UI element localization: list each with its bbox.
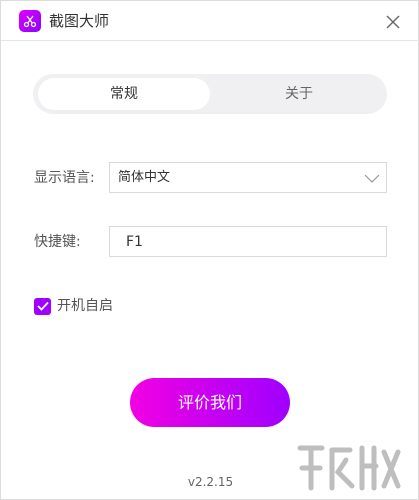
title-bar: 截图大师: [1, 1, 419, 41]
language-select-value: 简体中文: [118, 170, 171, 185]
close-button[interactable]: [381, 10, 405, 34]
hotkey-label: 快捷键:: [34, 234, 81, 250]
language-label: 显示语言:: [34, 170, 95, 186]
close-icon: [386, 15, 400, 29]
chevron-down-icon: [364, 174, 380, 183]
settings-window: 截图大师 常规 关于 显示语言: 简体中文 快捷键: F1 开机自启 评价我们 …: [0, 0, 419, 500]
window-title: 截图大师: [49, 12, 110, 30]
autostart-checkbox[interactable]: [34, 297, 51, 315]
check-icon: [36, 301, 49, 311]
tab-about[interactable]: 关于: [215, 78, 383, 110]
autostart-label: 开机自启: [57, 298, 113, 314]
hotkey-input[interactable]: F1: [109, 226, 387, 257]
tab-general[interactable]: 常规: [38, 78, 210, 110]
autostart-option[interactable]: 开机自启: [34, 296, 113, 316]
scissors-icon: [19, 10, 41, 32]
hotkey-input-value: F1: [126, 234, 143, 250]
rate-us-button[interactable]: 评价我们: [130, 378, 290, 427]
watermark-logo: [297, 445, 401, 491]
tab-bar: 常规 关于: [33, 74, 387, 114]
language-select[interactable]: 简体中文: [109, 162, 387, 193]
